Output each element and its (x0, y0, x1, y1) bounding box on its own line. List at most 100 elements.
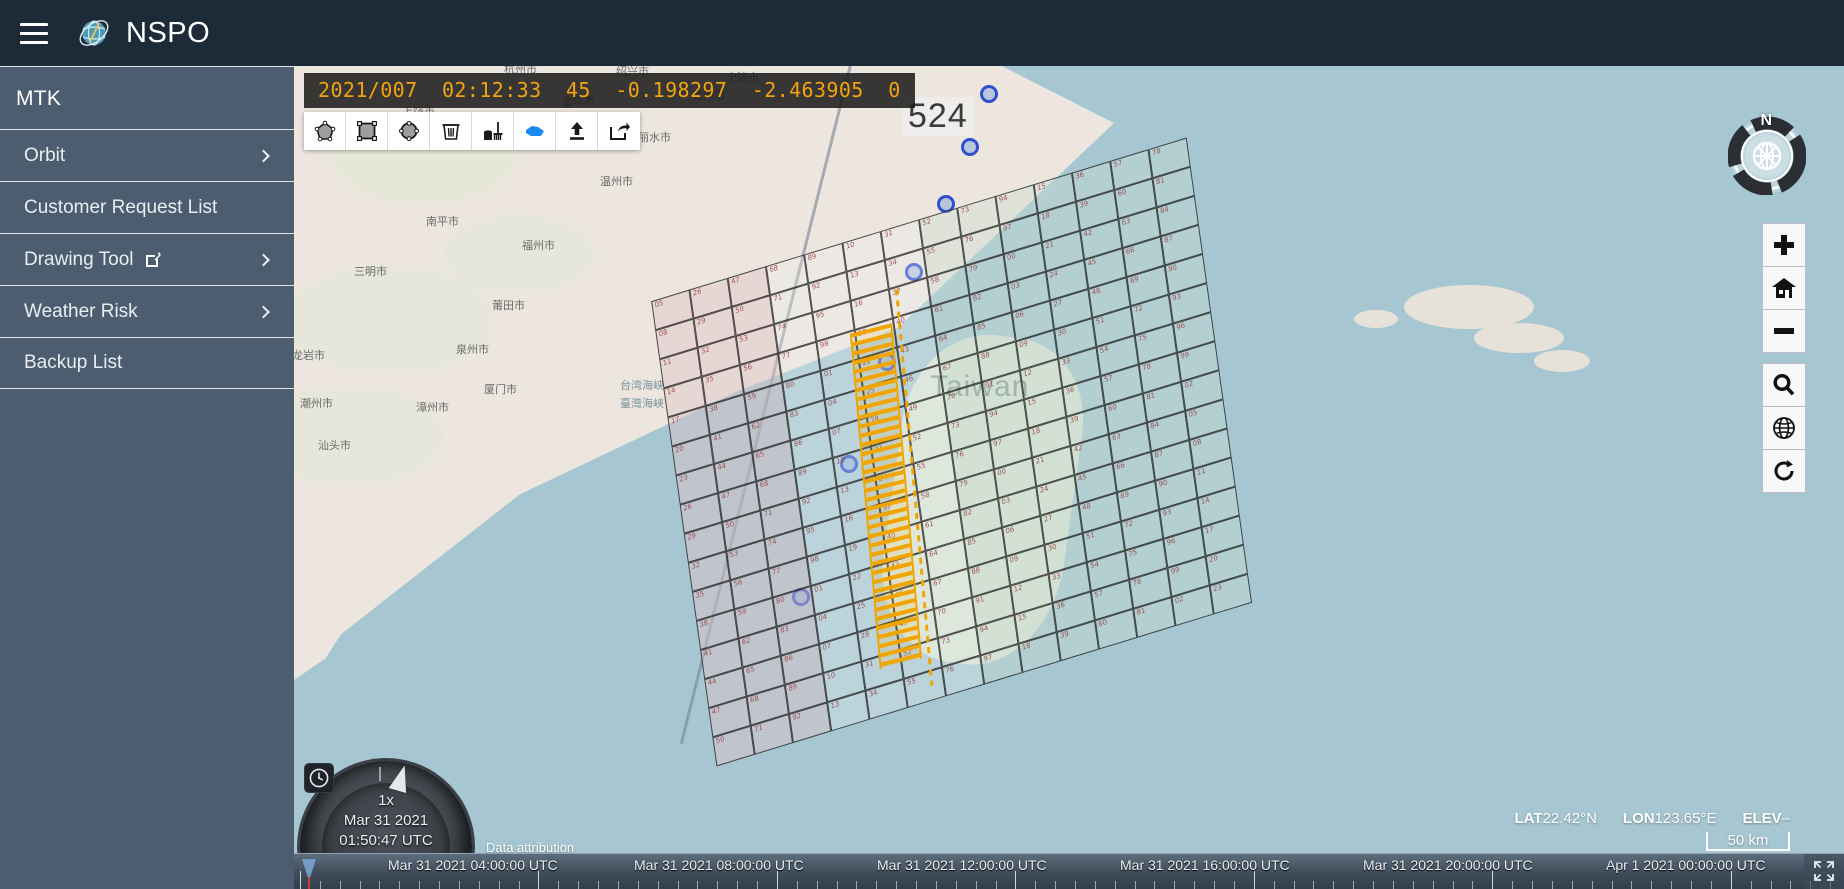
lon-label: LON (1622, 810, 1655, 827)
timeline-tick (717, 881, 719, 889)
draw-circle-tool[interactable] (388, 112, 430, 150)
timeline-tick (796, 881, 798, 889)
telemetry-info-bar: 2021/007 02:12:33 45 -0.198297 -2.463905… (304, 73, 915, 108)
timeline-bar[interactable]: Mar 31 2021 04:00:00 UTC Mar 31 2021 08:0… (294, 853, 1844, 889)
timeline-tick (1174, 881, 1176, 889)
sidebar-item-drawing-tool[interactable]: Drawing Tool (0, 233, 294, 285)
timeline-tick (1710, 881, 1712, 889)
timeline-tick (1134, 881, 1136, 889)
home-button[interactable] (1762, 266, 1806, 310)
drawing-toolbar[interactable] (304, 112, 640, 150)
reset-view-button[interactable] (1762, 449, 1806, 493)
timeline-tick (319, 881, 321, 889)
map-scale-bar: 50 km (1706, 832, 1790, 851)
city-label: 厦门市 (484, 383, 517, 396)
timeline-tick (1194, 881, 1196, 889)
sidebar-item-weather-risk[interactable]: Weather Risk (0, 285, 294, 337)
timeline-tick (1691, 881, 1693, 889)
top-app-bar: NSPO (0, 0, 1844, 66)
timeline-tick (1532, 881, 1534, 889)
timeline-tick (1571, 881, 1573, 889)
timeline-cursor[interactable] (302, 859, 316, 889)
timeline-tick (498, 881, 500, 889)
timeline-tick (1055, 881, 1057, 889)
draw-rectangle-tool[interactable] (346, 112, 388, 150)
elev-value: – (1781, 810, 1790, 827)
island (1534, 350, 1590, 372)
timeline-label: Apr 1 2021 00:00:00 UTC (1606, 857, 1766, 873)
timeline-tick (1273, 881, 1275, 889)
timeline-tick (1432, 881, 1434, 889)
telemetry-value-3: -2.463905 (751, 78, 864, 102)
sidebar-item-orbit[interactable]: Orbit (0, 129, 294, 181)
timeline-tick (300, 871, 301, 889)
timeline-tick (776, 871, 778, 889)
city-label: 南平市 (426, 215, 459, 228)
timeline-tick (916, 881, 918, 889)
sidebar-item-label: Orbit (24, 144, 66, 166)
lat-value: 22.42°N (1542, 810, 1597, 827)
satellite-globe-icon (76, 15, 112, 51)
fullscreen-toggle-button[interactable] (1804, 854, 1844, 889)
timeline-tick (598, 881, 600, 889)
timeline-tick (578, 881, 580, 889)
timeline-tick (1750, 881, 1752, 889)
timeline-tick (737, 881, 739, 889)
timeline-tick (359, 881, 361, 889)
timeline-tick (439, 881, 441, 889)
track-waypoint[interactable] (961, 138, 979, 156)
timeline-tick (1075, 881, 1076, 889)
export-tool[interactable] (598, 112, 640, 150)
timeline-tick (458, 881, 460, 889)
hamburger-icon[interactable] (12, 13, 56, 53)
timeline-tick (419, 881, 421, 889)
map-zoom-controls[interactable] (1762, 223, 1806, 353)
draw-polygon-tool[interactable] (304, 112, 346, 150)
latitude-readout: LAT22.42°N (1514, 810, 1596, 827)
map-canvas[interactable]: Taiwan 杭州市 宁波市 绍兴市 金华市 台州市 丽水市 上饶市 衢州市 温… (294, 55, 1844, 889)
timeline-tick (1392, 881, 1394, 889)
timeline-tick (935, 881, 937, 889)
timeline-tick (558, 881, 560, 889)
timeline-tick (1353, 881, 1355, 889)
upload-tool[interactable] (556, 112, 598, 150)
timeline-tick (876, 881, 878, 889)
timeline-tick (478, 881, 480, 889)
clock-toggle-button[interactable] (304, 763, 334, 793)
map-tool-controls[interactable] (1762, 363, 1806, 493)
zoom-out-button[interactable] (1762, 309, 1806, 353)
sidebar-item-backup-list[interactable]: Backup List (0, 337, 294, 389)
search-button[interactable] (1762, 363, 1806, 407)
sidebar-item-customer-request-list[interactable]: Customer Request List (0, 181, 294, 233)
timeline-tick (1790, 881, 1792, 889)
timeline-tick (1651, 881, 1653, 889)
delete-tool[interactable] (430, 112, 472, 150)
track-waypoint[interactable] (980, 85, 998, 103)
timeline-tick (1770, 881, 1772, 889)
timeline-tick (1591, 881, 1593, 889)
clear-all-tool[interactable] (472, 112, 514, 150)
edit-square-icon[interactable] (144, 251, 162, 269)
globe-view-button[interactable] (1762, 406, 1806, 450)
chevron-right-icon (257, 305, 270, 318)
timeline-tick (1015, 871, 1017, 889)
city-label: 莆田市 (492, 299, 525, 312)
magnifier-icon (1773, 373, 1795, 396)
timeline-tick (1551, 881, 1553, 889)
timeline-label: Mar 31 2021 08:00:00 UTC (634, 857, 804, 873)
timeline-tick (896, 881, 898, 889)
telemetry-value-4: 0 (888, 78, 901, 102)
city-label: 丽水市 (638, 131, 671, 144)
sidebar-item-label: Drawing Tool (24, 248, 134, 270)
select-shape-tool[interactable] (514, 112, 556, 150)
polygon-select-icon (525, 126, 544, 136)
timeline-tick (1253, 871, 1255, 889)
zoom-in-button[interactable] (1762, 223, 1806, 267)
city-label: 漳州市 (416, 401, 449, 414)
sidebar-title: MTK (16, 87, 62, 110)
timeline-tick (1293, 881, 1295, 889)
bucket-broom-icon (483, 122, 502, 140)
application-root: Taiwan 杭州市 宁波市 绍兴市 金华市 台州市 丽水市 上饶市 衢州市 温… (0, 0, 1844, 889)
timeline-tick (816, 881, 818, 889)
timeline-label: Mar 31 2021 20:00:00 UTC (1363, 857, 1533, 873)
